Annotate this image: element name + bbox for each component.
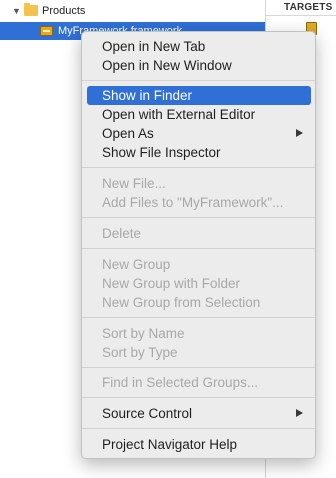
menu-separator bbox=[82, 248, 315, 249]
menu-item-label: New File... bbox=[102, 176, 166, 191]
menu-separator bbox=[82, 80, 315, 81]
submenu-arrow-icon bbox=[296, 129, 303, 137]
menu-item-new-group-from-selection[interactable]: New Group from Selection bbox=[87, 293, 311, 312]
targets-header: TARGETS bbox=[266, 0, 336, 16]
menu-item-open-in-new-tab[interactable]: Open in New Tab bbox=[87, 37, 311, 56]
menu-item-show-in-finder[interactable]: Show in Finder bbox=[87, 86, 311, 105]
menu-separator bbox=[82, 367, 315, 368]
menu-separator bbox=[82, 167, 315, 168]
menu-item-open-with-external-editor[interactable]: Open with External Editor bbox=[87, 105, 311, 124]
menu-item-label: New Group from Selection bbox=[102, 295, 261, 310]
menu-item-label: New Group bbox=[102, 257, 171, 272]
menu-item-find-in-selected-groups[interactable]: Find in Selected Groups... bbox=[87, 373, 311, 392]
folder-icon bbox=[24, 3, 38, 16]
submenu-arrow-icon bbox=[296, 409, 303, 417]
menu-item-open-as[interactable]: Open As bbox=[87, 124, 311, 143]
menu-item-sort-by-type[interactable]: Sort by Type bbox=[87, 343, 311, 362]
menu-separator bbox=[82, 317, 315, 318]
menu-item-label: New Group with Folder bbox=[102, 276, 241, 291]
menu-item-label: Project Navigator Help bbox=[102, 437, 238, 452]
menu-item-open-in-new-window[interactable]: Open in New Window bbox=[87, 56, 311, 75]
menu-item-new-file[interactable]: New File... bbox=[87, 174, 311, 193]
menu-item-new-group-with-folder[interactable]: New Group with Folder bbox=[87, 274, 311, 293]
menu-item-label: Show File Inspector bbox=[102, 145, 221, 160]
disclosure-triangle-icon[interactable]: ▼ bbox=[12, 2, 22, 20]
menu-item-label: Open As bbox=[102, 126, 154, 141]
framework-icon bbox=[40, 26, 53, 36]
menu-separator bbox=[82, 428, 315, 429]
menu-item-label: Delete bbox=[102, 226, 142, 241]
menu-item-label: Show in Finder bbox=[102, 88, 193, 103]
menu-item-show-file-inspector[interactable]: Show File Inspector bbox=[87, 143, 311, 162]
menu-item-label: Open in New Window bbox=[102, 58, 232, 73]
menu-item-new-group[interactable]: New Group bbox=[87, 255, 311, 274]
products-label: Products bbox=[42, 5, 86, 17]
menu-item-delete[interactable]: Delete bbox=[87, 224, 311, 243]
menu-item-add-files[interactable]: Add Files to "MyFramework"... bbox=[87, 193, 311, 212]
menu-item-label: Add Files to "MyFramework"... bbox=[102, 195, 284, 210]
menu-item-project-navigator-help[interactable]: Project Navigator Help bbox=[87, 435, 311, 454]
menu-item-sort-by-name[interactable]: Sort by Name bbox=[87, 324, 311, 343]
menu-item-source-control[interactable]: Source Control bbox=[87, 404, 311, 423]
menu-item-label: Find in Selected Groups... bbox=[102, 375, 259, 390]
menu-item-label: Sort by Name bbox=[102, 326, 185, 341]
menu-separator bbox=[82, 217, 315, 218]
menu-item-label: Source Control bbox=[102, 406, 193, 421]
navigator-row-products[interactable]: ▼ Products bbox=[0, 2, 265, 20]
menu-item-label: Open in New Tab bbox=[102, 39, 206, 54]
context-menu: Open in New Tab Open in New Window Show … bbox=[81, 31, 316, 459]
menu-separator bbox=[82, 397, 315, 398]
menu-item-label: Sort by Type bbox=[102, 345, 178, 360]
menu-item-label: Open with External Editor bbox=[102, 107, 256, 122]
